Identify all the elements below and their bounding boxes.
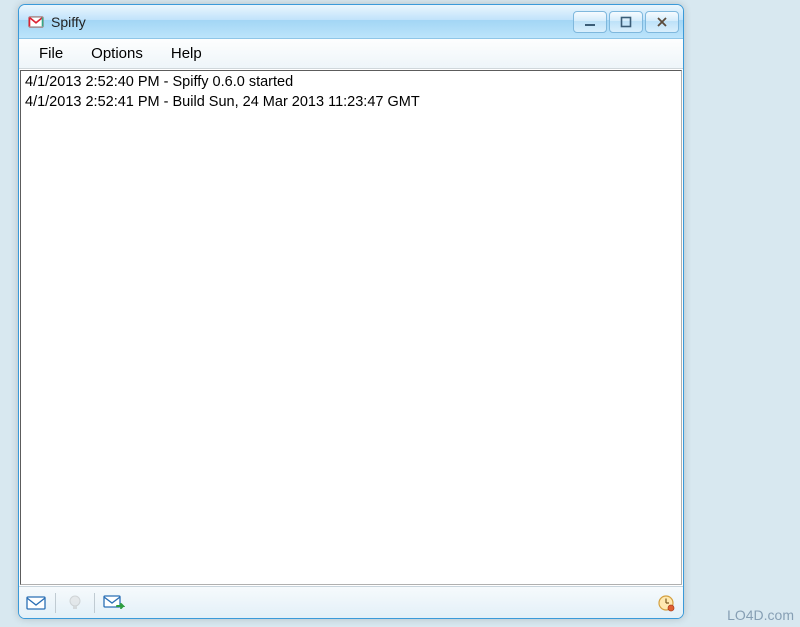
- mail-forward-icon[interactable]: [103, 592, 125, 614]
- window-controls: [573, 11, 679, 33]
- separator: [55, 593, 56, 613]
- statusbar: [19, 586, 683, 618]
- bulb-icon[interactable]: [64, 592, 86, 614]
- menu-file[interactable]: File: [25, 41, 77, 66]
- app-icon: [27, 13, 45, 31]
- clock-icon[interactable]: [655, 592, 677, 614]
- title-text: Spiffy: [51, 14, 573, 30]
- app-window: Spiffy File Options Help 4/1/2013 2:52:4…: [18, 4, 684, 619]
- log-area[interactable]: 4/1/2013 2:52:40 PM - Spiffy 0.6.0 start…: [20, 70, 682, 585]
- menubar: File Options Help: [19, 39, 683, 69]
- log-line: 4/1/2013 2:52:41 PM - Build Sun, 24 Mar …: [25, 93, 677, 113]
- minimize-button[interactable]: [573, 11, 607, 33]
- separator: [94, 593, 95, 613]
- corner-watermark: LO4D.com: [727, 607, 794, 623]
- menu-help[interactable]: Help: [157, 41, 216, 66]
- mail-icon[interactable]: [25, 592, 47, 614]
- maximize-button[interactable]: [609, 11, 643, 33]
- menu-options[interactable]: Options: [77, 41, 157, 66]
- titlebar[interactable]: Spiffy: [19, 5, 683, 39]
- log-line: 4/1/2013 2:52:40 PM - Spiffy 0.6.0 start…: [25, 73, 677, 93]
- close-button[interactable]: [645, 11, 679, 33]
